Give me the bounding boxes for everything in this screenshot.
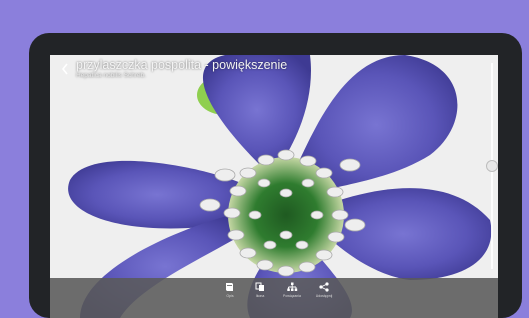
toolbar-button-relations[interactable]: Powiązania xyxy=(278,278,306,302)
zoom-slider-thumb[interactable] xyxy=(486,160,498,172)
toolbar-button-share[interactable]: Udostępnij xyxy=(310,278,338,302)
cards-icon xyxy=(255,282,264,291)
toolbar-label: Powiązania xyxy=(283,294,301,298)
share-icon xyxy=(319,282,329,292)
toolbar-button-icon[interactable]: Ikona xyxy=(246,278,274,302)
toolbar-button-description[interactable]: Opis xyxy=(216,278,244,302)
toolbar-label: Opis xyxy=(226,294,234,298)
toolbar-label: Ikona xyxy=(255,294,265,298)
bottom-toolbar: Opis Ikona Powiązania Udostępnij xyxy=(50,278,498,318)
page-title: przylaszczka pospolita - powiększenie xyxy=(76,58,288,72)
back-button[interactable] xyxy=(56,59,74,79)
latin-name: Hepatica nobilis Schreb. xyxy=(76,71,147,79)
chevron-left-icon xyxy=(61,63,68,75)
zoom-slider[interactable] xyxy=(486,63,498,269)
book-icon xyxy=(226,283,233,291)
viewer-header: przylaszczka pospolita - powiększenie He… xyxy=(50,55,410,91)
hierarchy-icon xyxy=(287,282,298,291)
toolbar-label: Udostępnij xyxy=(315,294,333,298)
tablet-frame: przylaszczka pospolita - powiększenie He… xyxy=(29,33,522,318)
image-viewer-screen[interactable]: przylaszczka pospolita - powiększenie He… xyxy=(50,55,498,318)
